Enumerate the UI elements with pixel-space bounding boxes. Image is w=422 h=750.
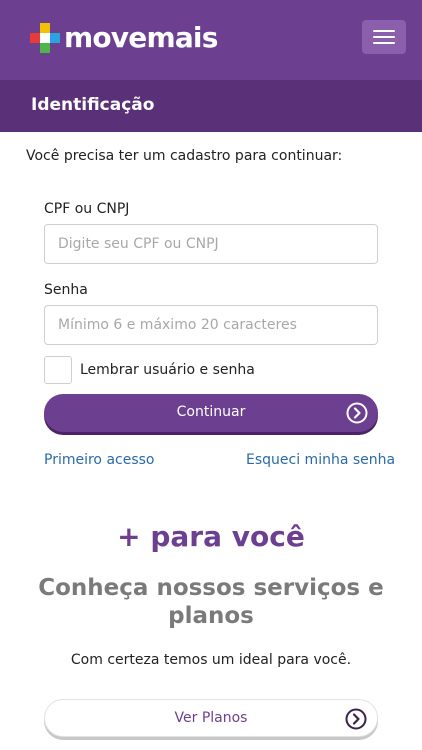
remember-label: Lembrar usuário e senha xyxy=(80,362,255,378)
forgot-password-link[interactable]: Esqueci minha senha xyxy=(246,452,395,468)
view-plans-button-label: Ver Planos xyxy=(174,710,248,726)
hamburger-menu-icon-bar xyxy=(373,36,395,38)
movemais-logo[interactable]: movemais xyxy=(30,22,218,54)
arrow-right-circle-icon xyxy=(345,708,367,730)
cpf-input[interactable] xyxy=(44,224,378,264)
continue-button[interactable]: Continuar xyxy=(44,394,378,432)
cpf-label: CPF ou CNPJ xyxy=(44,201,130,217)
page-title: Identificação xyxy=(31,95,155,115)
promo-title: + para você xyxy=(117,520,305,553)
password-input[interactable] xyxy=(44,305,378,345)
remember-checkbox[interactable] xyxy=(44,356,72,384)
page-title-bar: Identificação xyxy=(0,80,422,132)
arrow-right-circle-icon xyxy=(346,402,368,424)
hamburger-menu-icon xyxy=(373,30,395,32)
hamburger-menu-icon-bar xyxy=(373,42,395,44)
app-header: movemais xyxy=(0,0,422,80)
login-intro-text: Você precisa ter um cadastro para contin… xyxy=(26,148,343,164)
promo-text: Com certeza temos um ideal para você. xyxy=(70,652,352,668)
view-plans-button[interactable]: Ver Planos xyxy=(44,699,378,737)
logo-text: movemais xyxy=(64,21,218,54)
menu-button[interactable] xyxy=(362,20,406,54)
senha-label: Senha xyxy=(44,282,88,298)
continue-button-label: Continuar xyxy=(176,404,246,420)
promo-subtitle: Conheça nossos serviços e planos xyxy=(38,575,384,629)
plus-logo-icon xyxy=(30,23,60,53)
first-access-link[interactable]: Primeiro acesso xyxy=(44,452,155,468)
